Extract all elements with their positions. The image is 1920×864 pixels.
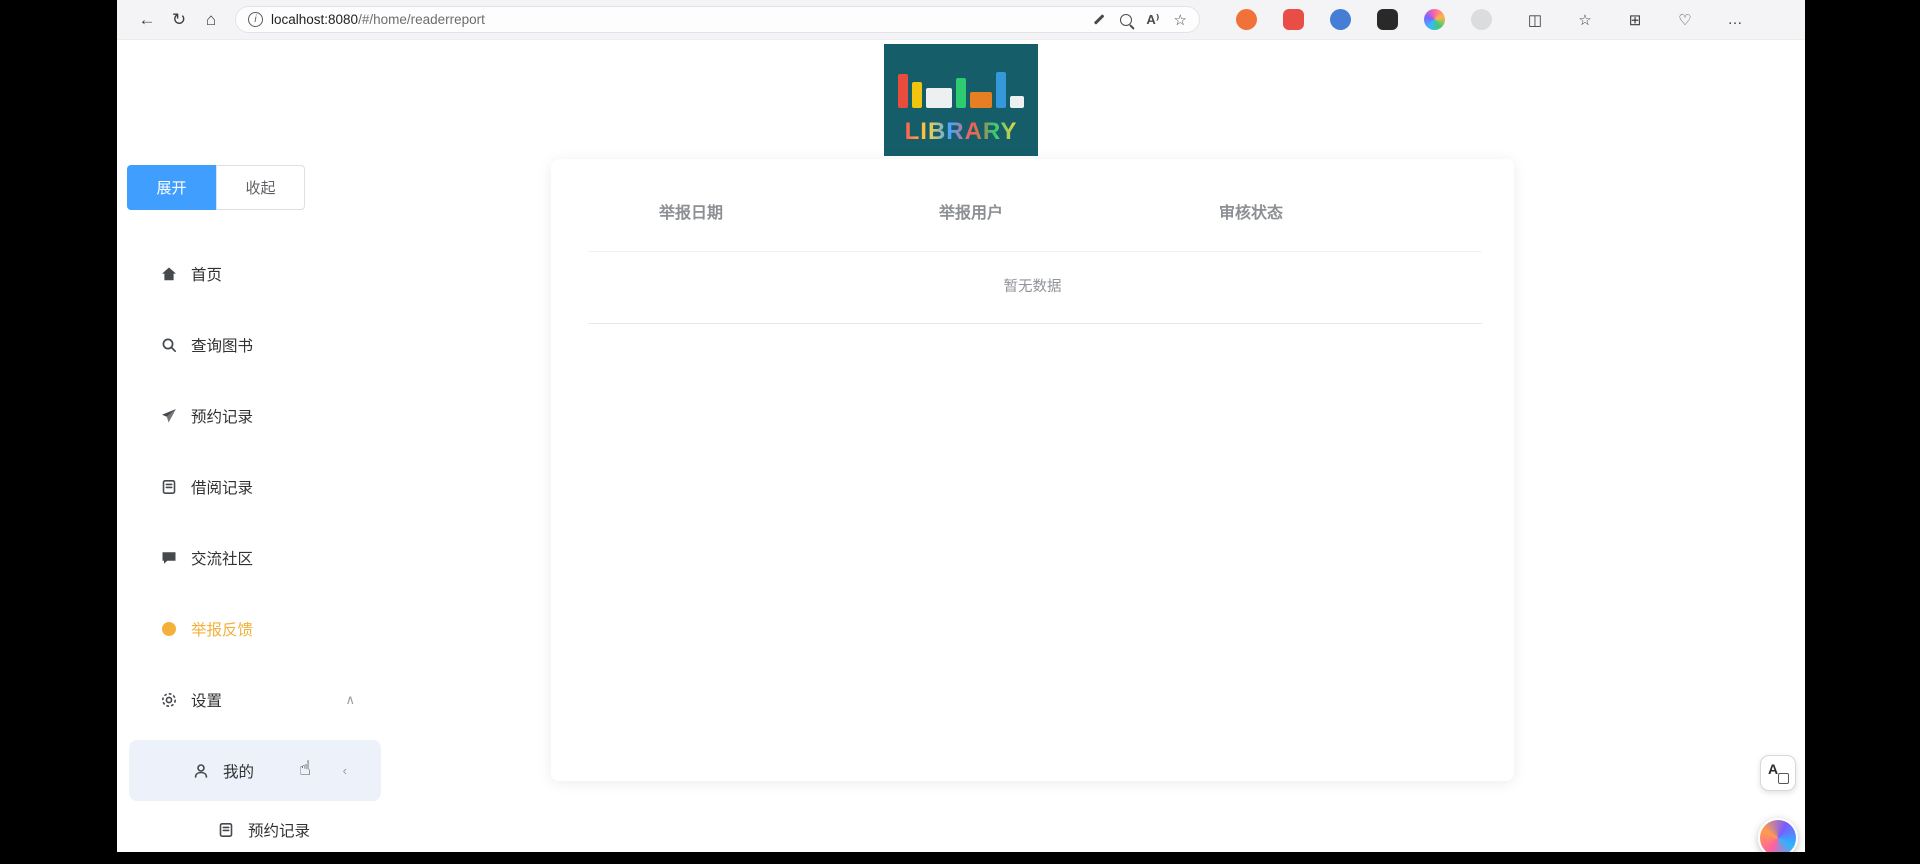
more-options-icon[interactable]: … xyxy=(1722,7,1748,33)
app-page: LIBRARY 展开 收起 首页 查询图书 xyxy=(117,40,1805,852)
chat-icon xyxy=(160,549,178,567)
extensions-group xyxy=(1236,9,1492,30)
sidebar-item-report-feedback[interactable]: 举报反馈 xyxy=(117,593,387,664)
report-icon xyxy=(160,620,178,638)
home-button[interactable]: ⌂ xyxy=(195,4,227,36)
collapse-button[interactable]: 收起 xyxy=(216,165,305,210)
table-header-divider xyxy=(588,251,1482,252)
translate-icon: A xyxy=(1768,761,1778,777)
ai-assistant-button[interactable] xyxy=(1758,818,1798,852)
sidebar-item-mine-reservations[interactable]: 预约记录 xyxy=(117,806,387,852)
toolbar-right-group: ◫ ☆ ⊞ ♡ … xyxy=(1522,7,1748,33)
sidebar-toggle-group: 展开 收起 xyxy=(127,165,305,210)
sidebar-item-label: 举报反馈 xyxy=(191,618,253,640)
logo-title: LIBRARY xyxy=(905,118,1018,146)
extension-icon-5[interactable] xyxy=(1424,9,1445,30)
sidebar-item-community[interactable]: 交流社区 xyxy=(117,522,387,593)
back-button[interactable]: ← xyxy=(131,4,163,36)
paper-plane-icon xyxy=(160,407,178,425)
split-screen-icon[interactable]: ◫ xyxy=(1522,7,1548,33)
read-aloud-icon[interactable]: A⁾ xyxy=(1146,12,1159,28)
collections-icon[interactable]: ⊞ xyxy=(1622,7,1648,33)
chevron-icon[interactable]: ‹ xyxy=(343,763,347,778)
sidebar-item-label: 设置 xyxy=(191,689,222,711)
sidebar-item-label: 首页 xyxy=(191,263,222,285)
document-icon xyxy=(217,821,235,839)
favorites-icon[interactable]: ☆ xyxy=(1572,7,1598,33)
sidebar-item-label: 预约记录 xyxy=(248,819,310,841)
sidebar-item-label: 查询图书 xyxy=(191,334,253,356)
browser-window: ← ↻ ⌂ i localhost:8080/#/home/readerrepo… xyxy=(117,0,1805,852)
browser-toolbar: ← ↻ ⌂ i localhost:8080/#/home/readerrepo… xyxy=(117,0,1805,40)
site-info-icon[interactable]: i xyxy=(248,12,263,27)
url-path: /#/home/readerreport xyxy=(358,12,485,27)
table-header-report-user: 举报用户 xyxy=(831,199,1111,223)
address-bar-actions: A⁾ ☆ xyxy=(1093,11,1187,29)
add-favorite-icon[interactable]: ☆ xyxy=(1174,11,1187,29)
table-empty-text: 暂无数据 xyxy=(551,275,1514,296)
sidebar-item-label: 借阅记录 xyxy=(191,476,253,498)
extension-icon-3[interactable] xyxy=(1330,9,1351,30)
extension-icon-6[interactable] xyxy=(1471,9,1492,30)
zoom-icon[interactable] xyxy=(1120,14,1132,26)
extension-icon-1[interactable] xyxy=(1236,9,1257,30)
browser-essentials-icon[interactable]: ♡ xyxy=(1672,7,1698,33)
sidebar-item-search-books[interactable]: 查询图书 xyxy=(117,309,387,380)
user-icon xyxy=(192,762,210,780)
url-text: localhost:8080/#/home/readerreport xyxy=(271,12,485,27)
table-bottom-divider xyxy=(588,323,1482,324)
sidebar-item-label: 预约记录 xyxy=(191,405,253,427)
report-table-card: 举报日期 举报用户 审核状态 暂无数据 xyxy=(551,159,1514,781)
sidebar-item-label: 交流社区 xyxy=(191,547,253,569)
expand-button[interactable]: 展开 xyxy=(127,165,216,210)
url-host: localhost:8080 xyxy=(271,12,358,27)
sidebar-item-home[interactable]: 首页 xyxy=(117,238,387,309)
edit-pen-icon[interactable] xyxy=(1093,13,1106,26)
sidebar-item-label: 我的 xyxy=(223,760,254,782)
sidebar-item-reservations[interactable]: 预约记录 xyxy=(117,380,387,451)
address-bar[interactable]: i localhost:8080/#/home/readerreport A⁾ … xyxy=(235,6,1200,33)
chevron-up-icon[interactable]: ∧ xyxy=(345,692,355,708)
library-logo: LIBRARY xyxy=(884,44,1038,156)
logo-books-art xyxy=(898,56,1024,108)
table-header-review-status: 审核状态 xyxy=(1111,199,1391,223)
sidebar-item-settings[interactable]: 设置 ∧ xyxy=(117,664,387,735)
search-icon xyxy=(160,336,178,354)
gear-icon xyxy=(160,691,178,709)
sidebar-menu: 首页 查询图书 预约记录 借阅记录 xyxy=(117,238,387,852)
extension-icon-2[interactable] xyxy=(1283,9,1304,30)
extension-icon-4[interactable] xyxy=(1377,9,1398,30)
refresh-button[interactable]: ↻ xyxy=(163,4,195,36)
sidebar-item-borrow-records[interactable]: 借阅记录 xyxy=(117,451,387,522)
screen: { "colors": { "primary": "#409eff", "act… xyxy=(0,0,1920,864)
translate-button[interactable]: A xyxy=(1760,755,1796,791)
sidebar-item-mine[interactable]: 我的 ‹ xyxy=(129,740,381,801)
table-header-row: 举报日期 举报用户 审核状态 xyxy=(551,199,1391,223)
document-icon xyxy=(160,478,178,496)
table-header-report-date: 举报日期 xyxy=(551,199,831,223)
home-icon xyxy=(160,265,178,283)
